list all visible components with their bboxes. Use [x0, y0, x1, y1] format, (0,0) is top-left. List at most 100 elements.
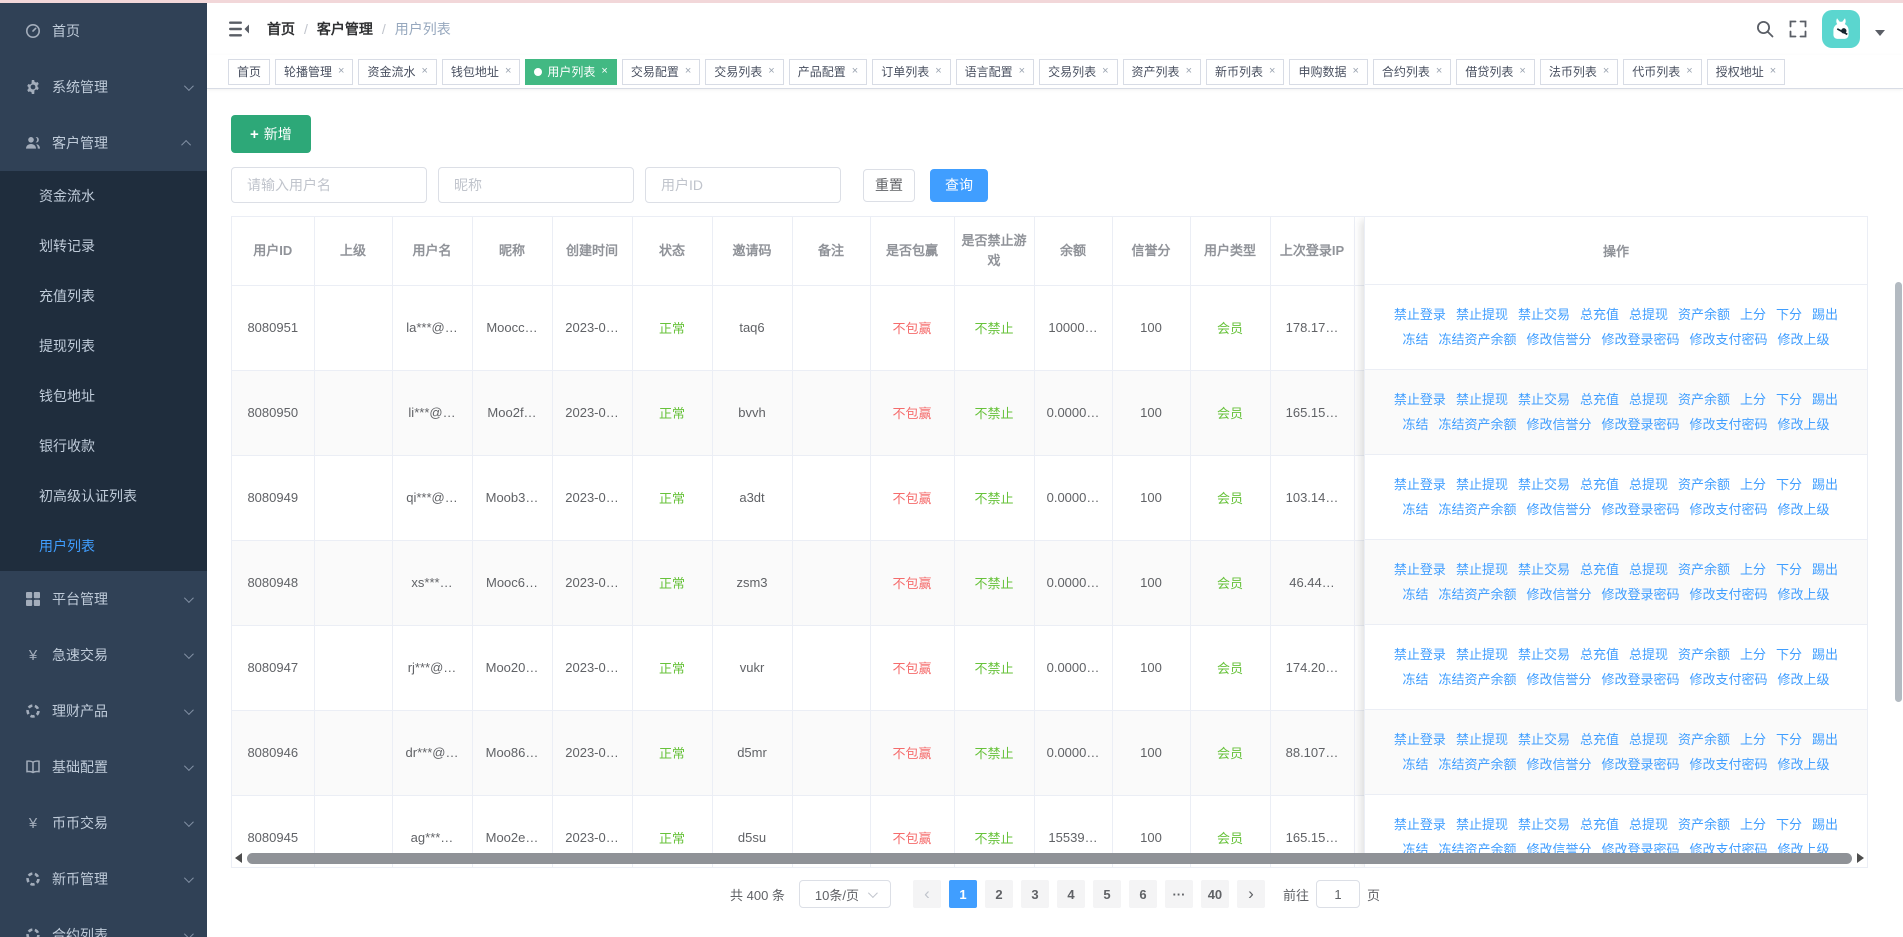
op-freeze-asset-balance[interactable]: 冻结资产余额 [1438, 502, 1516, 517]
chevron-down-icon[interactable] [1875, 30, 1885, 36]
close-icon[interactable]: × [1102, 66, 1108, 77]
op-add-score[interactable]: 上分 [1740, 817, 1766, 832]
sidebar-item-system-manage[interactable]: 系统管理 [0, 59, 207, 115]
op-edit-pay-password[interactable]: 修改支付密码 [1690, 587, 1768, 602]
op-forbid-trade[interactable]: 禁止交易 [1518, 477, 1570, 492]
op-forbid-withdraw[interactable]: 禁止提现 [1456, 562, 1508, 577]
close-icon[interactable]: × [1436, 66, 1442, 77]
op-asset-balance[interactable]: 资产余额 [1678, 392, 1730, 407]
tab-funds-flow[interactable]: 资金流水 × [358, 58, 437, 85]
close-icon[interactable]: × [935, 66, 941, 77]
tab-trade-list-2[interactable]: 交易列表 × [1039, 58, 1118, 85]
sidebar-item-home[interactable]: 首页 [0, 3, 207, 59]
op-total-withdraw[interactable]: 总提现 [1629, 647, 1668, 662]
goto-page-input[interactable] [1315, 880, 1360, 908]
op-edit-credit[interactable]: 修改信誉分 [1526, 757, 1591, 772]
op-edit-parent[interactable]: 修改上级 [1778, 417, 1830, 432]
op-total-deposit[interactable]: 总充值 [1580, 307, 1619, 322]
op-edit-parent[interactable]: 修改上级 [1778, 332, 1830, 347]
op-edit-pay-password[interactable]: 修改支付密码 [1690, 417, 1768, 432]
op-edit-login-password[interactable]: 修改登录密码 [1602, 332, 1680, 347]
op-total-withdraw[interactable]: 总提现 [1629, 562, 1668, 577]
op-asset-balance[interactable]: 资产余额 [1678, 307, 1730, 322]
op-forbid-login[interactable]: 禁止登录 [1394, 732, 1446, 747]
op-kick-out[interactable]: 踢出 [1812, 647, 1838, 662]
sidebar-subitem-withdraw-list[interactable]: 提现列表 [0, 321, 207, 371]
op-forbid-withdraw[interactable]: 禁止提现 [1456, 647, 1508, 662]
op-edit-pay-password[interactable]: 修改支付密码 [1690, 502, 1768, 517]
op-kick-out[interactable]: 踢出 [1812, 817, 1838, 832]
scroll-left-arrow-icon[interactable] [235, 853, 242, 863]
op-forbid-login[interactable]: 禁止登录 [1394, 817, 1446, 832]
op-sub-score[interactable]: 下分 [1776, 562, 1802, 577]
prev-page-button[interactable]: ‹ [912, 880, 941, 908]
op-add-score[interactable]: 上分 [1740, 562, 1766, 577]
op-add-score[interactable]: 上分 [1740, 392, 1766, 407]
close-icon[interactable]: × [1686, 66, 1692, 77]
close-icon[interactable]: × [1186, 66, 1192, 77]
op-total-deposit[interactable]: 总充值 [1580, 817, 1619, 832]
op-edit-credit[interactable]: 修改信誉分 [1526, 502, 1591, 517]
tab-wallet-address[interactable]: 钱包地址 × [441, 58, 521, 85]
op-sub-score[interactable]: 下分 [1776, 477, 1802, 492]
op-forbid-withdraw[interactable]: 禁止提现 [1456, 817, 1508, 832]
close-icon[interactable]: × [1603, 66, 1609, 77]
op-kick-out[interactable]: 踢出 [1812, 732, 1838, 747]
page-6-button[interactable]: 6 [1128, 880, 1157, 908]
sidebar-subitem-wallet-address[interactable]: 钱包地址 [0, 371, 207, 421]
next-page-button[interactable]: › [1236, 880, 1265, 908]
op-total-withdraw[interactable]: 总提现 [1629, 307, 1668, 322]
op-total-withdraw[interactable]: 总提现 [1629, 817, 1668, 832]
op-kick-out[interactable]: 踢出 [1812, 477, 1838, 492]
hamburger-icon[interactable] [229, 20, 249, 38]
op-add-score[interactable]: 上分 [1740, 307, 1766, 322]
op-freeze-asset-balance[interactable]: 冻结资产余额 [1438, 672, 1516, 687]
op-total-deposit[interactable]: 总充值 [1580, 477, 1619, 492]
op-asset-balance[interactable]: 资产余额 [1678, 647, 1730, 662]
op-total-deposit[interactable]: 总充值 [1580, 562, 1619, 577]
close-icon[interactable]: × [505, 66, 511, 77]
close-icon[interactable]: × [1269, 66, 1275, 77]
avatar[interactable] [1822, 10, 1860, 48]
op-edit-pay-password[interactable]: 修改支付密码 [1690, 332, 1768, 347]
op-edit-credit[interactable]: 修改信誉分 [1526, 587, 1591, 602]
op-edit-pay-password[interactable]: 修改支付密码 [1690, 672, 1768, 687]
op-asset-balance[interactable]: 资产余额 [1678, 477, 1730, 492]
search-button[interactable]: 查询 [930, 168, 988, 202]
tab-trade-config[interactable]: 交易配置 × [621, 58, 701, 85]
op-asset-balance[interactable]: 资产余额 [1678, 562, 1730, 577]
op-kick-out[interactable]: 踢出 [1812, 562, 1838, 577]
op-freeze[interactable]: 冻结 [1402, 672, 1428, 687]
op-total-deposit[interactable]: 总充值 [1580, 392, 1619, 407]
vertical-scrollbar-thumb[interactable] [1895, 282, 1902, 702]
op-edit-login-password[interactable]: 修改登录密码 [1602, 502, 1680, 517]
op-forbid-withdraw[interactable]: 禁止提现 [1456, 392, 1508, 407]
sidebar-item-contract-list[interactable]: 合约列表 [0, 907, 207, 937]
sidebar-item-customer-manage[interactable]: 客户管理 [0, 115, 207, 171]
op-forbid-trade[interactable]: 禁止交易 [1518, 307, 1570, 322]
op-asset-balance[interactable]: 资产余额 [1678, 732, 1730, 747]
op-sub-score[interactable]: 下分 [1776, 647, 1802, 662]
sidebar-item-coin-trade[interactable]: ¥ 币币交易 [0, 795, 207, 851]
op-edit-login-password[interactable]: 修改登录密码 [1602, 417, 1680, 432]
tab-fiat-list[interactable]: 法币列表 × [1539, 58, 1619, 85]
op-forbid-trade[interactable]: 禁止交易 [1518, 817, 1570, 832]
horizontal-scrollbar-thumb[interactable] [247, 852, 1852, 864]
close-icon[interactable]: × [338, 66, 344, 77]
op-freeze-asset-balance[interactable]: 冻结资产余额 [1438, 332, 1516, 347]
close-icon[interactable]: × [685, 66, 691, 77]
pages-more-button[interactable]: ··· [1164, 880, 1193, 908]
username-input[interactable] [231, 167, 427, 203]
op-total-deposit[interactable]: 总充值 [1580, 732, 1619, 747]
op-edit-credit[interactable]: 修改信誉分 [1526, 332, 1591, 347]
page-size-select[interactable]: 10条/页 [798, 880, 891, 908]
op-freeze[interactable]: 冻结 [1402, 332, 1428, 347]
page-3-button[interactable]: 3 [1020, 880, 1049, 908]
op-total-deposit[interactable]: 总充值 [1580, 647, 1619, 662]
user-id-input[interactable] [645, 167, 841, 203]
op-freeze-asset-balance[interactable]: 冻结资产余额 [1438, 757, 1516, 772]
page-2-button[interactable]: 2 [984, 880, 1013, 908]
close-icon[interactable]: × [421, 66, 427, 77]
op-forbid-trade[interactable]: 禁止交易 [1518, 392, 1570, 407]
sidebar-subitem-bank-collection[interactable]: 银行收款 [0, 421, 207, 471]
